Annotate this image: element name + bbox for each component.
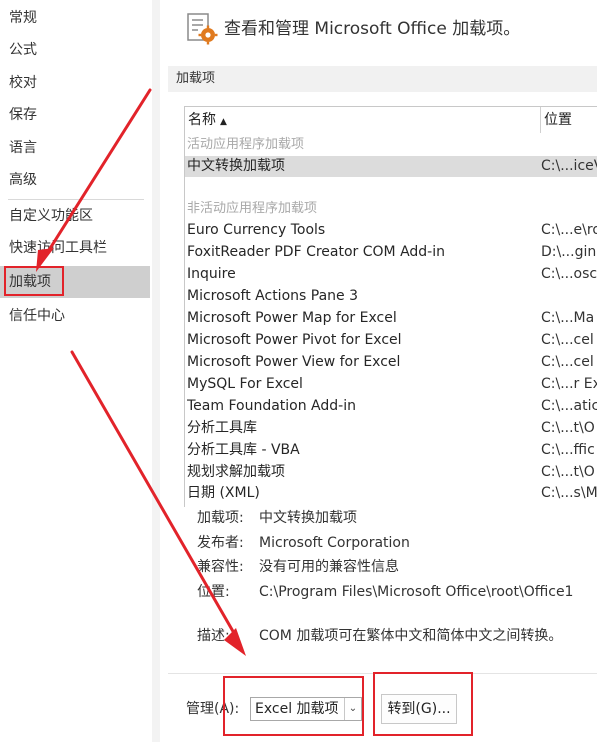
detail-compatibility: 兼容性: 没有可用的兼容性信息 [197,556,597,578]
detail-label: 位置: [197,584,230,600]
detail-description: 描述: COM 加载项可在繁体中文和简体中文之间转换。 [197,625,597,647]
nav-item-proofing[interactable]: 校对 [0,67,150,99]
detail-value: Microsoft Corporation [259,535,410,551]
list-item[interactable]: 分析工具库 - VBA C:\...ffic [185,440,597,461]
column-header-name[interactable]: 名称 ▲ [188,107,541,133]
nav-item-label: 高级 [9,172,37,188]
group-label-inactive: 非活动应用程序加载项 [187,201,318,216]
nav-item-advanced[interactable]: 高级 [0,164,150,196]
nav-item-label: 语言 [9,140,37,156]
detail-label: 加载项: [197,510,244,526]
nav-item-formulas[interactable]: 公式 [0,34,150,66]
column-header-location[interactable]: 位置 [544,107,597,133]
addins-list[interactable]: 名称 ▲ 位置 活动应用程序加载项 中文转换加载项 C:\...iceV 非活动应… [184,106,597,507]
detail-value: 中文转换加载项 [259,510,357,526]
nav-divider [152,0,160,742]
nav-item-trust-center[interactable]: 信任中心 [0,300,150,332]
nav-item-customize-ribbon[interactable]: 自定义功能区 [0,200,150,232]
nav-item-label: 快速访问工具栏 [9,240,107,256]
nav-item-label: 自定义功能区 [9,208,93,224]
detail-value: C:\Program Files\Microsoft Office\root\O… [259,584,574,600]
nav-item-quick-access-toolbar[interactable]: 快速访问工具栏 [0,232,150,264]
list-item[interactable]: Microsoft Actions Pane 3 [185,286,597,307]
highlight-box [4,266,64,296]
nav-item-label: 信任中心 [9,308,65,324]
gear-document-icon [185,12,219,46]
section-header: 加载项 [168,66,597,92]
nav-item-addins[interactable]: 加载项 [0,266,150,298]
detail-label: 描述: [197,628,230,644]
list-item[interactable]: 分析工具库 C:\...t\O [185,418,597,439]
list-item[interactable]: Microsoft Power Pivot for Excel C:\...cel [185,330,597,351]
nav-item-general[interactable]: 常规 [0,2,150,34]
list-item[interactable]: 日期 (XML) C:\...s\M [185,483,597,504]
sort-ascending-icon: ▲ [220,117,227,127]
page-title: 查看和管理 Microsoft Office 加载项。 [224,19,521,39]
column-header-label: 名称 [188,112,216,128]
column-header-label: 位置 [544,112,572,128]
nav-item-label: 保存 [9,107,37,123]
nav-item-label: 校对 [9,75,37,91]
list-item[interactable]: Team Foundation Add-in C:\...atic [185,396,597,417]
detail-publisher: 发布者: Microsoft Corporation [197,532,597,554]
list-item[interactable]: Microsoft Power Map for Excel C:\...Ma [185,308,597,329]
list-item[interactable]: MySQL For Excel C:\...r Ex [185,374,597,395]
nav-item-label: 常规 [9,10,37,26]
nav-item-save[interactable]: 保存 [0,99,150,131]
highlight-box [373,672,473,736]
nav-item-language[interactable]: 语言 [0,132,150,164]
group-label-active: 活动应用程序加载项 [187,137,305,152]
list-item[interactable]: Microsoft Power View for Excel C:\...cel [185,352,597,373]
nav-item-label: 公式 [9,42,37,58]
highlight-box [223,676,364,736]
list-item[interactable]: Inquire C:\...osc [185,264,597,285]
list-item[interactable]: Euro Currency Tools C:\...e\ro [185,220,597,241]
list-item[interactable]: FoxitReader PDF Creator COM Add-in D:\...… [185,242,597,263]
detail-value: 没有可用的兼容性信息 [259,559,399,575]
detail-addin: 加载项: 中文转换加载项 [197,507,597,529]
list-item[interactable]: 中文转换加载项 C:\...iceV [185,156,597,177]
detail-label: 发布者: [197,535,244,551]
options-nav: 常规 公式 校对 保存 语言 高级 自定义功能区 快速访问工具栏 加载项 信任中… [0,0,150,742]
detail-value: COM 加载项可在繁体中文和简体中文之间转换。 [259,628,563,644]
list-item[interactable]: 规划求解加载项 C:\...t\O [185,462,597,483]
detail-location: 位置: C:\Program Files\Microsoft Office\ro… [197,581,597,603]
detail-label: 兼容性: [197,559,244,575]
